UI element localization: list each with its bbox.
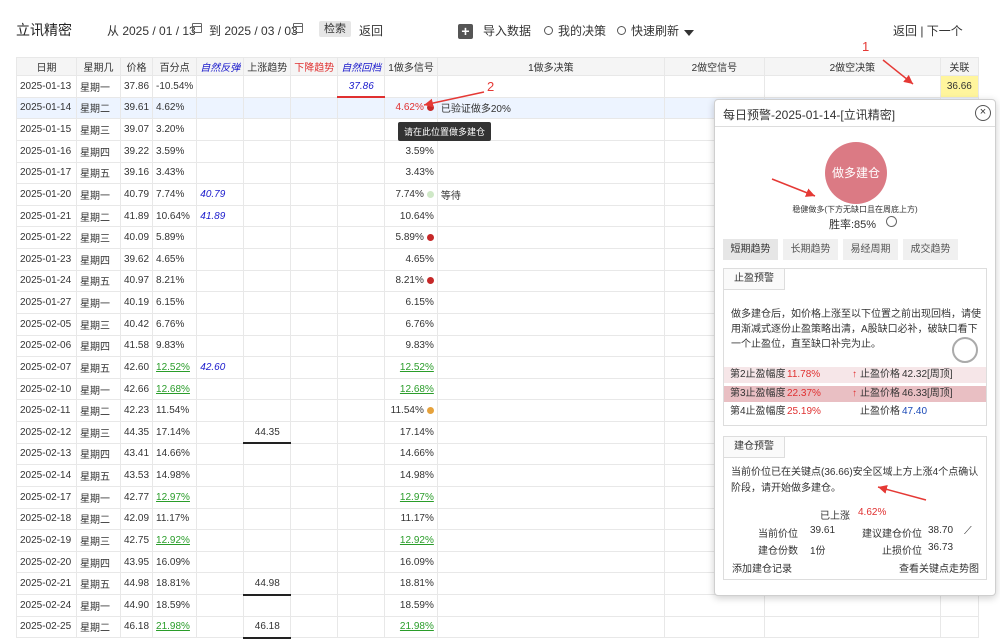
arrow-4 [771,178,816,197]
arrow-3 [877,485,927,501]
arrow-1 [882,59,914,85]
annotation-arrows [423,59,927,501]
arrow-2 [423,91,485,108]
